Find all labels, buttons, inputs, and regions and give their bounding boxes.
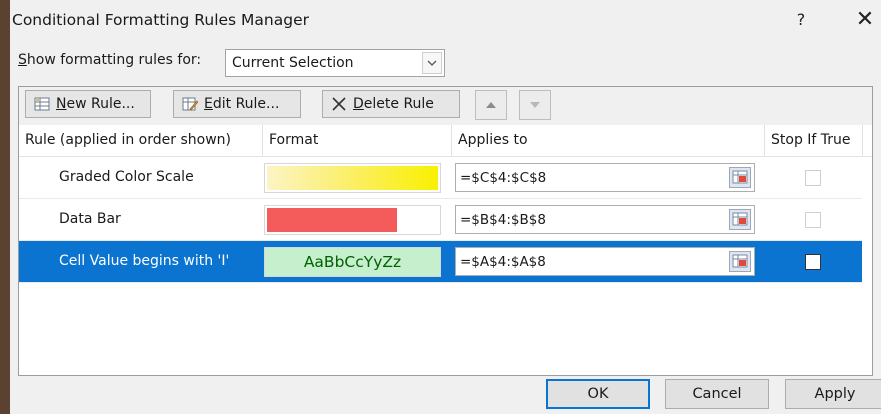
show-rules-label-mnemonic: S [18, 52, 27, 68]
header-format[interactable]: Format [263, 125, 453, 156]
rules-scope-value: Current Selection [232, 55, 354, 71]
range-selector-icon[interactable] [729, 167, 751, 188]
edit-rule-mnemonic: E [204, 96, 213, 112]
new-rule-button[interactable]: New Rule... [25, 90, 151, 118]
apply-button[interactable]: Apply [785, 379, 881, 409]
range-selector-icon[interactable] [729, 251, 751, 272]
header-stop-if-true[interactable]: Stop If True [765, 125, 863, 156]
rule-name: Data Bar [59, 211, 121, 227]
stop-if-true-checkbox[interactable] [805, 254, 821, 270]
delete-rule-label: elete Rule [363, 96, 434, 112]
stop-if-true-checkbox[interactable] [805, 212, 821, 228]
chevron-down-icon[interactable] [422, 52, 442, 74]
edit-rule-button[interactable]: Edit Rule... [173, 90, 301, 118]
rules-header-row: Rule (applied in order shown) Format App… [19, 125, 872, 157]
show-rules-label-text: how formatting rules for: [26, 52, 202, 68]
range-selector-icon[interactable] [729, 209, 751, 230]
format-sample-text: AaBbCcYyZz [265, 248, 440, 276]
applies-to-field[interactable]: =$B$4:$B$8 [455, 205, 755, 234]
dialog-title: Conditional Formatting Rules Manager [12, 11, 309, 29]
format-preview-data-bar [264, 205, 441, 235]
close-button[interactable]: ✕ [853, 7, 877, 32]
new-rule-label: ew Rule... [66, 96, 135, 112]
rules-toolbar: New Rule... Edit Rule... Delete Rule [19, 87, 872, 126]
applies-to-field[interactable]: =$A$4:$A$8 [455, 247, 755, 276]
rule-row[interactable]: Graded Color Scale =$C$4:$C$8 [19, 157, 862, 199]
new-rule-mnemonic: N [56, 96, 67, 112]
color-scale-swatch [267, 166, 438, 190]
ok-button[interactable]: OK [546, 379, 650, 409]
format-preview-color-scale [264, 163, 441, 193]
rules-scope-select[interactable]: Current Selection [225, 49, 445, 77]
rule-row-selected[interactable]: Cell Value begins with 'I' AaBbCcYyZz =$… [19, 241, 862, 283]
rule-name: Graded Color Scale [59, 169, 194, 185]
edit-rule-label: dit Rule... [212, 96, 280, 112]
delete-rule-mnemonic: D [353, 96, 364, 112]
format-preview-text-sample: AaBbCcYyZz [264, 247, 441, 277]
help-button[interactable]: ? [791, 10, 811, 29]
title-bar: Conditional Formatting Rules Manager ? ✕ [10, 0, 881, 42]
applies-to-value: =$B$4:$B$8 [460, 212, 546, 228]
rule-name: Cell Value begins with 'I' [59, 253, 230, 269]
new-rule-icon [34, 96, 50, 112]
delete-x-icon [331, 96, 347, 112]
header-applies-to[interactable]: Applies to [452, 125, 764, 156]
show-rules-label: Show formatting rules for: [18, 52, 201, 68]
applies-to-value: =$A$4:$A$8 [460, 254, 546, 270]
move-up-button[interactable] [475, 90, 507, 120]
move-down-button[interactable] [519, 90, 551, 120]
rule-row[interactable]: Data Bar =$B$4:$B$8 [19, 199, 862, 241]
cancel-button[interactable]: Cancel [665, 379, 769, 409]
rules-panel: New Rule... Edit Rule... Delete Rule Rul… [18, 86, 873, 376]
rules-manager-dialog: Conditional Formatting Rules Manager ? ✕… [10, 0, 881, 414]
applies-to-value: =$C$4:$C$8 [460, 170, 547, 186]
applies-to-field[interactable]: =$C$4:$C$8 [455, 163, 755, 192]
data-bar-swatch [267, 208, 397, 232]
header-rule[interactable]: Rule (applied in order shown) [19, 125, 264, 156]
triangle-down-icon [530, 102, 540, 108]
triangle-up-icon [486, 102, 496, 108]
edit-rule-icon [182, 96, 199, 112]
delete-rule-button[interactable]: Delete Rule [322, 90, 460, 118]
header-divider[interactable] [862, 125, 863, 156]
stop-if-true-checkbox[interactable] [805, 170, 821, 186]
